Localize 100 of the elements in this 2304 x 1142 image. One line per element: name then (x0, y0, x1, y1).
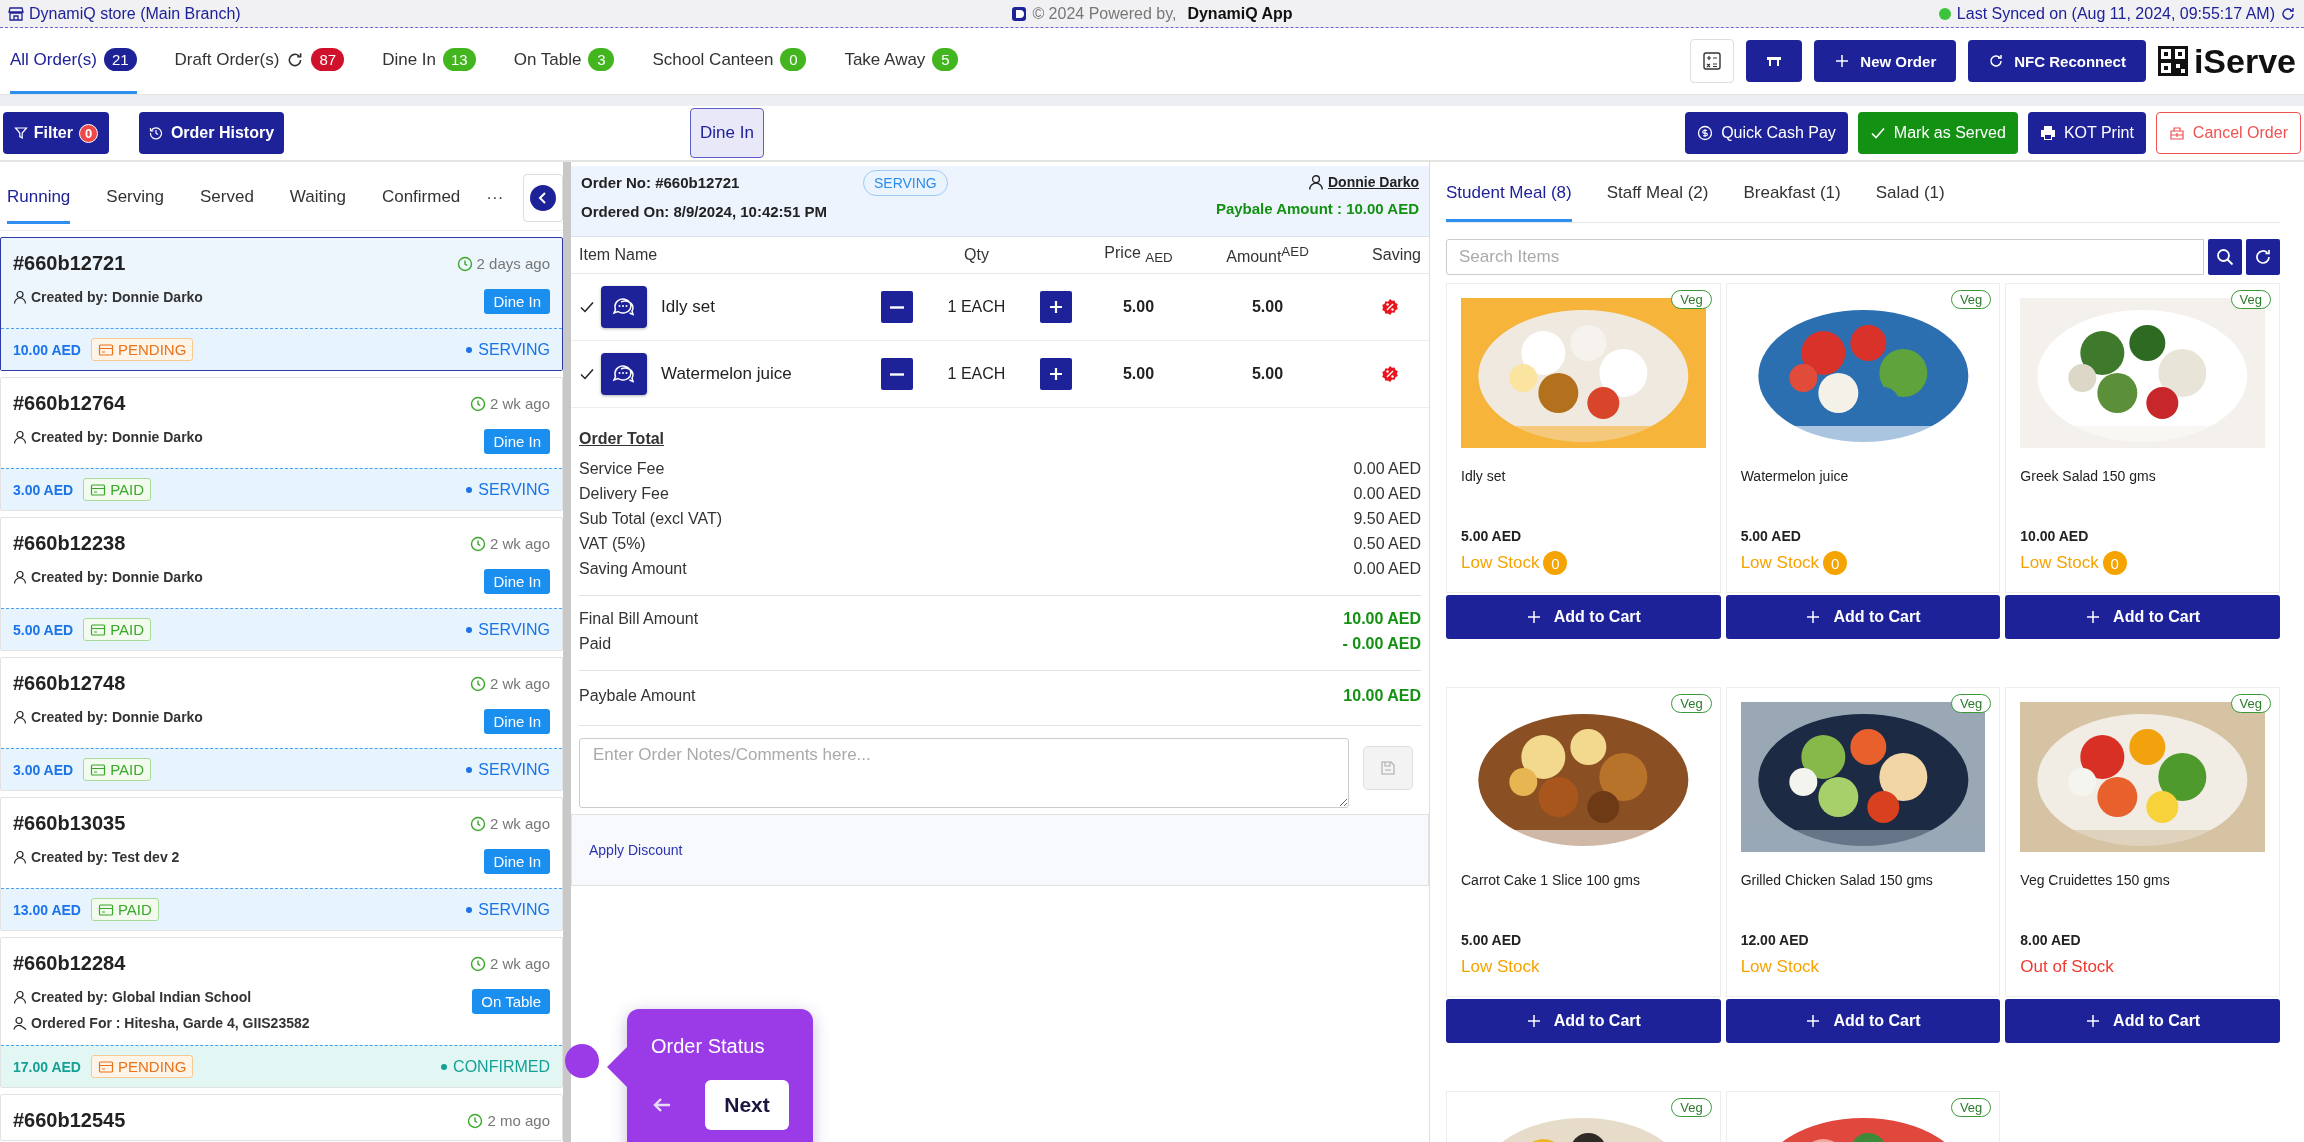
count-badge: 5 (932, 48, 959, 71)
service-tag: Dine In (484, 289, 550, 314)
status-tab[interactable]: Running (7, 172, 71, 224)
person-icon (13, 710, 27, 724)
order-time: 2 mo ago (487, 1112, 550, 1129)
scrollbar[interactable] (563, 162, 571, 1142)
add-to-cart-button[interactable]: Add to Cart (1446, 999, 1721, 1043)
fee-label: VAT (5%) (579, 534, 646, 553)
next-button[interactable]: Next (705, 1080, 789, 1130)
category-tab[interactable]: Staff Meal (2) (1606, 166, 1709, 222)
reset-button[interactable] (2246, 239, 2280, 275)
person-icon (13, 570, 27, 584)
order-card[interactable]: #660b12284 2 wk ago Created by: Global Indian School Ordered For : Hitesha, Garde 4, GIIS23582 On Table 17.00 AED PENDING CONFIRMED (0, 937, 563, 1088)
order-action-button[interactable]: Mark as Served (1857, 112, 2018, 154)
add-to-cart-button[interactable]: Add to Cart (1725, 999, 2001, 1043)
product-price: 5.00 AED (1461, 528, 1523, 544)
veg-badge: Veg (1950, 1098, 1992, 1117)
chevron-left-icon (530, 185, 557, 211)
customer-link[interactable]: Donnie Darko (1328, 174, 1419, 190)
notes-button[interactable] (601, 353, 647, 395)
product-name: Veg Cruidettes 150 gms (2020, 872, 2171, 890)
order-status: SERVING (466, 900, 550, 919)
plus-icon (1525, 609, 1542, 625)
calculator-button[interactable] (1690, 39, 1735, 83)
order-time: 2 days ago (476, 255, 550, 272)
refresh-icon[interactable] (2280, 5, 2296, 22)
order-card[interactable]: #660b12545 2 mo ago (0, 1094, 563, 1141)
save-icon (1380, 760, 1396, 776)
status-tab[interactable]: Waiting (289, 172, 346, 224)
status-tab[interactable]: Serving (106, 172, 164, 224)
order-tab[interactable]: Take Away 5 (844, 28, 959, 94)
check-icon[interactable] (579, 366, 595, 382)
veg-badge: Veg (1671, 1098, 1712, 1117)
card-icon (90, 761, 107, 778)
person-icon (13, 990, 27, 1004)
item-price: 5.00 (1121, 365, 1156, 383)
discount-icon[interactable] (1381, 365, 1399, 383)
plus-icon (2085, 1013, 2102, 1029)
created-by: Created by: Donnie Darko (31, 429, 203, 445)
collapse-button[interactable] (523, 174, 563, 222)
order-tab[interactable]: On Table 3 (513, 28, 615, 94)
plus-icon (2085, 609, 2102, 625)
search-icon (2215, 247, 2235, 267)
search-field[interactable]: Search Items (1446, 239, 2204, 275)
add-to-cart-button[interactable]: Add to Cart (1446, 595, 1721, 639)
filter-button[interactable]: Filter 0 (3, 112, 109, 154)
order-tab[interactable]: School Canteen 0 (652, 28, 807, 94)
notes-button[interactable] (601, 286, 647, 328)
order-number: #660b12545 (13, 1109, 126, 1132)
order-card[interactable]: #660b12764 2 wk ago Created by: Donnie Darko Dine In 3.00 AED PAID SERVING (0, 377, 563, 511)
product-price: 5.00 AED (1740, 528, 1802, 544)
order-card[interactable]: #660b12238 2 wk ago Created by: Donnie Darko Dine In 5.00 AED PAID SERVING (0, 517, 563, 651)
order-number: #660b12764 (13, 392, 126, 415)
add-to-cart-button[interactable]: Add to Cart (2005, 595, 2280, 639)
check-icon[interactable] (579, 299, 595, 315)
order-amount: 13.00 AED (13, 901, 81, 918)
add-to-cart-button[interactable]: Add to Cart (1725, 595, 2001, 639)
search-button[interactable] (2208, 239, 2242, 275)
apply-discount-link[interactable]: Apply Discount (589, 842, 683, 858)
order-history-button[interactable]: Order History (139, 112, 284, 154)
order-number: #660b12284 (13, 952, 126, 975)
order-action-button[interactable]: Cancel Order (2155, 112, 2301, 154)
order-card[interactable]: #660b12721 2 days ago Created by: Donnie Darko Dine In 10.00 AED PENDING SERVING (0, 237, 563, 371)
order-amount: 10.00 AED (13, 341, 81, 358)
discount-icon[interactable] (1381, 298, 1399, 316)
order-amount: 3.00 AED (13, 481, 74, 498)
order-time: 2 wk ago (489, 955, 550, 972)
order-date: Ordered On: 8/9/2024, 10:42:51 PM (581, 203, 828, 220)
new-order-button[interactable]: New Order (1814, 40, 1957, 82)
category-tab[interactable]: Salad (1) (1875, 166, 1945, 222)
increase-button[interactable] (1040, 358, 1072, 390)
created-by: Created by: Donnie Darko (31, 569, 203, 585)
order-tab[interactable]: Draft Order(s) 87 (174, 28, 345, 94)
decrease-button[interactable] (881, 358, 913, 390)
card-icon (90, 621, 107, 638)
status-tab[interactable]: Confirmed (381, 172, 461, 224)
printer-icon (2039, 125, 2056, 141)
table-button[interactable] (1746, 40, 1803, 82)
order-action-button[interactable]: Quick Cash Pay (1685, 112, 1848, 154)
order-amount: 17.00 AED (13, 1058, 81, 1075)
created-by: Created by: Donnie Darko (31, 289, 203, 305)
increase-button[interactable] (1040, 291, 1072, 323)
notes-field[interactable]: Enter Order Notes/Comments here... (579, 738, 1349, 808)
nfc-reconnect-button[interactable]: NFC Reconnect (1968, 40, 2146, 82)
order-card[interactable]: #660b12748 2 wk ago Created by: Donnie Darko Dine In 3.00 AED PAID SERVING (0, 657, 563, 791)
order-card[interactable]: #660b13035 2 wk ago Created by: Test dev 2 Dine In 13.00 AED PAID SERVING (0, 797, 563, 931)
payment-status: PAID (110, 621, 145, 638)
veg-badge: Veg (1671, 290, 1712, 309)
decrease-button[interactable] (881, 291, 913, 323)
fee-value: 0.00 AED (1353, 484, 1421, 503)
order-tab[interactable]: Dine In 13 (382, 28, 476, 94)
created-by: Created by: Test dev 2 (31, 849, 180, 865)
add-to-cart-button[interactable]: Add to Cart (2005, 999, 2280, 1043)
created-by: Created by: Global Indian School (31, 989, 252, 1005)
status-tab[interactable]: Served (199, 172, 254, 224)
category-tab[interactable]: Breakfast (1) (1743, 166, 1841, 222)
store-icon (8, 5, 24, 22)
category-tab[interactable]: Student Meal (8) (1446, 166, 1572, 222)
order-action-button[interactable]: KOT Print (2027, 112, 2146, 154)
service-type-button[interactable]: Dine In (690, 108, 764, 158)
